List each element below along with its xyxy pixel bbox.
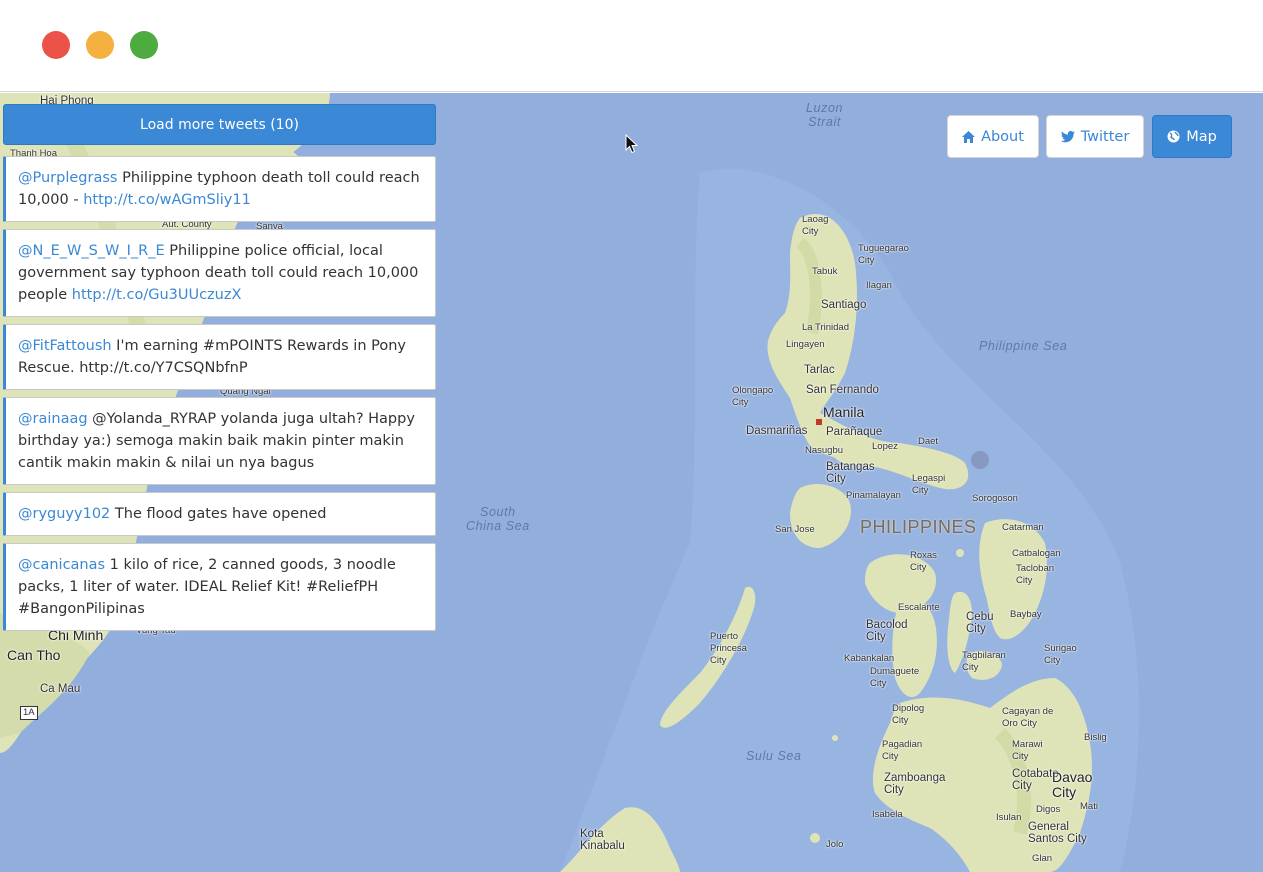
map-label-city: Legaspi City: [912, 473, 946, 496]
map-label-city: San Fernando: [806, 384, 879, 396]
twitter-nav-label: Twitter: [1080, 128, 1130, 145]
map-label-city: Ca Mau: [40, 683, 81, 695]
zoom-window-button[interactable]: [130, 31, 158, 59]
tweet-username-link[interactable]: @FitFattoush: [18, 338, 112, 354]
map-label-city: Cagayan de Oro City: [1002, 706, 1054, 729]
tweet-card[interactable]: @FitFattoush I'm earning #mPOINTS Reward…: [3, 324, 436, 390]
map-label-city: Puerto Princesa City: [710, 631, 747, 666]
map-label-city: Baybay: [1010, 609, 1042, 620]
map-label-city: La Trinidad: [802, 322, 850, 333]
map-label-city: Surigao City: [1044, 643, 1077, 666]
tweet-username-link[interactable]: @ryguyy102: [18, 506, 110, 522]
map-nav-button[interactable]: Map: [1152, 115, 1232, 158]
twitter-bird-icon: [1060, 130, 1075, 143]
map-label-city: Tacloban City: [1016, 563, 1055, 586]
map-label-city: Daet: [918, 436, 939, 447]
map-label-philippine-sea: Philippine Sea: [979, 339, 1068, 353]
map-label-city: Lingayen: [786, 339, 825, 350]
map-label-city: Laoag City: [802, 214, 829, 237]
map-label-city: Bislig: [1084, 732, 1107, 743]
map-label-city: Sorogoson: [972, 493, 1018, 504]
map-label-city: Parañaque: [826, 426, 883, 438]
tweet-url-link[interactable]: http://t.co/wAGmSliy11: [83, 192, 251, 208]
map-label-city: Kabankalan: [844, 653, 895, 664]
map-label-city: Bacolod City: [866, 619, 908, 643]
tweet-card[interactable]: @ryguyy102 The flood gates have opened: [3, 492, 436, 536]
tweet-username-link[interactable]: @Purplegrass: [18, 170, 117, 186]
tweet-list: @Purplegrass Philippine typhoon death to…: [3, 156, 436, 638]
map-label-city: Santiago: [821, 299, 867, 311]
tweet-text: The flood gates have opened: [110, 506, 327, 522]
about-nav-label: About: [981, 128, 1024, 145]
map-label-city: Tuguegarao City: [858, 243, 909, 266]
tweet-card[interactable]: @rainaag @Yolanda_RYRAP yolanda juga ult…: [3, 397, 436, 485]
map-label-city: Mati: [1080, 801, 1098, 812]
map-label-city: General Santos City: [1028, 821, 1087, 845]
map-label-city: Nasugbu: [805, 445, 844, 456]
close-window-button[interactable]: [42, 31, 70, 59]
map-label-city: Batangas City: [826, 461, 875, 485]
map-label-city: Isulan: [996, 812, 1022, 823]
map-label-city: Kota Kinabalu: [580, 828, 625, 852]
road-shield-1a: 1A: [20, 706, 38, 720]
map-label-city: Dasmariñas: [746, 425, 808, 437]
map-label-south-china-sea: South China Sea: [466, 505, 530, 533]
tweet-card[interactable]: @Purplegrass Philippine typhoon death to…: [3, 156, 436, 222]
map-label-city: Dipolog City: [892, 703, 925, 726]
map-label-city: Olongapo City: [732, 385, 774, 408]
tweet-card[interactable]: @canicanas 1 kilo of rice, 2 canned good…: [3, 543, 436, 631]
map-label-city: Davao City: [1052, 769, 1093, 800]
twitter-nav-button[interactable]: Twitter: [1046, 115, 1144, 158]
tweet-url-link[interactable]: http://t.co/Gu3UUczuzX: [72, 287, 242, 303]
map-label-sulu-sea: Sulu Sea: [746, 749, 802, 763]
tweet-card[interactable]: @N_E_W_S_W_I_R_E Philippine police offic…: [3, 229, 436, 317]
map-label-luzon-strait: Luzon Strait: [806, 101, 844, 129]
minimize-window-button[interactable]: [86, 31, 114, 59]
map-label-city: Marawi City: [1012, 739, 1043, 762]
mouse-cursor-icon: [625, 133, 639, 158]
map-label-city: Catarman: [1002, 522, 1044, 533]
tweet-username-link[interactable]: @rainaag: [18, 411, 88, 427]
map-label-city: Pagadian City: [882, 739, 923, 762]
map-label-city: Tagbilaran City: [962, 650, 1006, 673]
map-label-city: San Jose: [775, 524, 815, 535]
map-label-city: Ilagan: [866, 280, 892, 291]
map-nav-label: Map: [1186, 128, 1217, 145]
map-label-city: Tabuk: [812, 266, 838, 277]
tweet-username-link[interactable]: @N_E_W_S_W_I_R_E: [18, 243, 165, 259]
map-label-city: Escalante: [898, 602, 940, 613]
map-label-city: Lopez: [872, 441, 898, 452]
home-icon: [962, 130, 976, 143]
map-view[interactable]: Luzon Strait Philippine Sea South China …: [0, 93, 1263, 872]
map-label-city: Dumaguete City: [870, 666, 920, 689]
globe-icon: [1167, 130, 1180, 143]
map-label-city: Can Tho: [7, 647, 61, 663]
map-label-country: PHILIPPINES: [860, 517, 977, 537]
map-label-city: Roxas City: [910, 550, 937, 573]
map-label-city: Jolo: [826, 839, 844, 850]
tweet-username-link[interactable]: @canicanas: [18, 557, 105, 573]
map-label-city: Cebu City: [966, 611, 994, 635]
map-label-city: Zamboanga City: [884, 772, 946, 796]
map-label-city: Catbalogan: [1012, 548, 1061, 559]
map-label-capital: Manila: [823, 404, 865, 420]
map-label-city: Glan: [1032, 853, 1053, 864]
about-nav-button[interactable]: About: [947, 115, 1039, 158]
load-more-tweets-button[interactable]: Load more tweets (10): [3, 104, 436, 145]
map-label-city: Digos: [1036, 804, 1061, 815]
window-titlebar: [0, 0, 1263, 92]
capital-marker: [816, 419, 822, 425]
map-label-city: Pinamalayan: [846, 490, 901, 501]
map-label-city: Tarlac: [804, 364, 835, 376]
map-label-city: Isabela: [872, 809, 903, 820]
